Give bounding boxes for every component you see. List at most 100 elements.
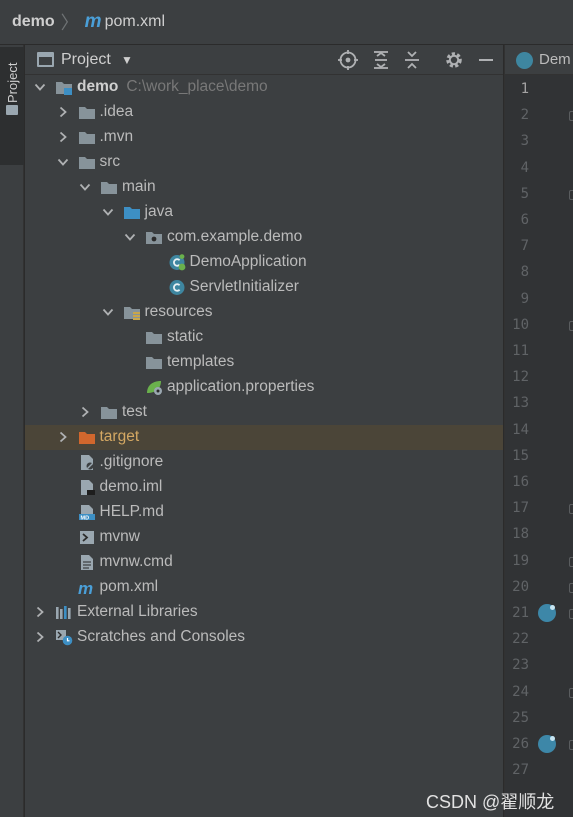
tree-node-target[interactable]: target (25, 425, 503, 450)
line-number: 1 (520, 81, 529, 97)
source-folder-icon (123, 204, 141, 221)
tree-node-demo-iml[interactable]: demo.iml (25, 475, 503, 500)
chevron-right-icon[interactable] (33, 630, 47, 644)
run-gutter-icon[interactable] (538, 735, 556, 753)
tree-node-help-md[interactable]: MD HELP.md (25, 500, 503, 525)
tree-node-mvnw[interactable]: mvnw (25, 525, 503, 550)
fold-marker-icon[interactable] (569, 189, 573, 200)
fold-marker-icon[interactable] (569, 111, 573, 122)
chevron-right-icon[interactable] (56, 105, 70, 119)
chevron-right-icon[interactable] (78, 405, 92, 419)
tree-node-pom-xml[interactable]: m pom.xml (25, 575, 503, 600)
folder-icon (78, 104, 96, 121)
chevron-down-icon[interactable] (78, 180, 92, 194)
line-number: 13 (512, 395, 529, 412)
tree-node-scratches-and-consoles[interactable]: Scratches and Consoles (25, 625, 503, 650)
tree-node-mvn[interactable]: .mvn (25, 125, 503, 150)
chevron-right-icon[interactable] (56, 430, 70, 444)
excluded-folder-icon (78, 429, 96, 446)
tree-node-idea[interactable]: .idea (25, 100, 503, 125)
folder-icon (145, 354, 163, 371)
breadcrumb-project[interactable]: demo (12, 13, 55, 31)
fold-marker-icon[interactable] (569, 687, 573, 698)
expand-all-icon[interactable] (370, 49, 392, 71)
chevron-down-icon[interactable] (33, 80, 47, 94)
svg-text:MD: MD (80, 515, 89, 521)
tree-node-java[interactable]: java (25, 200, 503, 225)
resources-folder-icon (123, 304, 141, 321)
tree-node-templates[interactable]: templates (25, 350, 503, 375)
tree-node-external-libraries[interactable]: External Libraries (25, 600, 503, 625)
tree-node-resources[interactable]: resources (25, 300, 503, 325)
line-number: 20 (512, 578, 529, 595)
folder-icon (6, 105, 18, 115)
tree-node-label: .idea (99, 103, 134, 120)
editor-area: Dem 1 2 3 4 5 6 7 8 9 10 11 12 13 14 15 16 17 18 19 20 21 22 2… (504, 45, 573, 817)
iml-file-icon (78, 479, 96, 496)
run-gutter-icon[interactable] (538, 604, 556, 622)
folder-icon (145, 329, 163, 346)
tree-node-label: ServletInitializer (189, 278, 299, 295)
breadcrumb-file[interactable]: pom.xml (105, 13, 165, 31)
chevron-down-icon[interactable] (123, 230, 137, 244)
tree-node-mvnw-cmd[interactable]: mvnw.cmd (25, 550, 503, 575)
fold-marker-icon[interactable] (569, 609, 573, 619)
tree-node-demoapplication[interactable]: DemoApplication (25, 250, 503, 275)
tree-node-static[interactable]: static (25, 325, 503, 350)
tree-node-label: static (167, 328, 204, 345)
tree-node-label: Scratches and Consoles (77, 628, 246, 645)
spring-properties-icon (145, 379, 163, 396)
tree-node-label: External Libraries (77, 603, 198, 620)
project-tool-tab[interactable]: Project (0, 47, 24, 165)
text-file-icon (78, 554, 96, 571)
line-number: 22 (512, 631, 529, 648)
tree-node-gitignore[interactable]: .gitignore (25, 450, 503, 475)
collapse-all-icon[interactable] (401, 49, 423, 71)
line-number: 9 (520, 290, 529, 307)
hide-panel-icon[interactable] (475, 49, 497, 71)
project-view-selector[interactable]: Project (61, 51, 111, 69)
tree-node-label: test (122, 403, 147, 420)
gear-icon[interactable] (443, 49, 465, 71)
tree-node-label: demo.iml (99, 478, 163, 495)
chevron-right-icon[interactable] (56, 130, 70, 144)
tree-node-application-properties[interactable]: application.properties (25, 375, 503, 400)
line-number: 24 (512, 683, 529, 700)
fold-marker-icon[interactable] (569, 740, 573, 750)
editor-tab[interactable]: Dem (505, 45, 573, 75)
project-panel-header: Project ▼ (25, 45, 503, 75)
line-number: 4 (520, 159, 529, 176)
tree-node-src[interactable]: src (25, 150, 503, 175)
tree-node-demo[interactable]: demo C:\work_place\demo (25, 75, 503, 100)
project-tool-tab-label: Project (5, 62, 20, 103)
fold-marker-icon[interactable] (569, 504, 573, 515)
fold-marker-icon[interactable] (569, 556, 573, 567)
left-tool-strip: Project (0, 45, 24, 817)
line-number: 7 (520, 238, 529, 255)
chevron-down-icon[interactable] (56, 155, 70, 169)
dropdown-arrow-icon[interactable]: ▼ (121, 53, 133, 67)
tree-node-main[interactable]: main (25, 175, 503, 200)
chevron-down-icon[interactable] (101, 305, 115, 319)
chevron-down-icon[interactable] (101, 205, 115, 219)
tree-node-label: demo C:\work_place\demo (77, 78, 268, 95)
module-folder-icon (55, 79, 73, 96)
line-number: 11 (512, 343, 529, 359)
tree-node-label: .gitignore (99, 453, 164, 470)
tree-node-label: main (122, 178, 156, 195)
tree-node-label: target (99, 428, 140, 445)
fold-marker-icon[interactable] (569, 582, 573, 593)
line-number: 8 (520, 264, 529, 281)
chevron-right-icon[interactable] (33, 605, 47, 619)
locate-file-icon[interactable] (337, 49, 359, 71)
line-number: 6 (520, 212, 529, 228)
tree-node-com-example-demo[interactable]: com.example.demo (25, 225, 503, 250)
tree-node-label: HELP.md (99, 503, 164, 520)
tree-node-servletinitializer[interactable]: ServletInitializer (25, 275, 503, 300)
folder-icon (100, 404, 118, 421)
project-path: C:\work_place\demo (126, 78, 268, 95)
svg-text:m: m (78, 579, 93, 596)
tree-node-test[interactable]: test (25, 400, 503, 425)
folder-icon (78, 129, 96, 146)
fold-marker-icon[interactable] (569, 320, 573, 331)
